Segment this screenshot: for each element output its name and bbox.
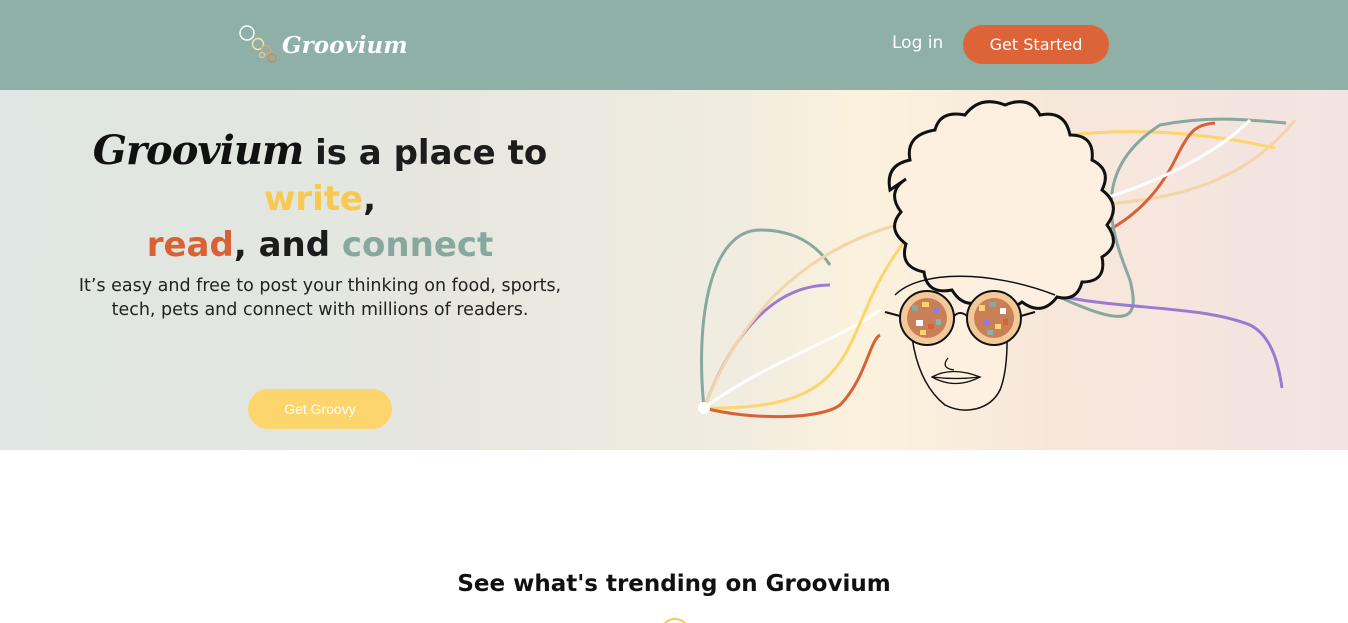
headline-word-write: write [263, 179, 364, 219]
hero-headline: Groovium is a place to write, read, and … [40, 128, 600, 268]
line-origin-dot [698, 402, 710, 414]
trending-title: See what's trending on Groovium [457, 571, 891, 597]
headline-text-1: is a place to [315, 133, 548, 173]
hero-illustration [698, 100, 1297, 419]
headline-word-read: read [146, 225, 234, 265]
headline-word-connect: connect [341, 225, 494, 265]
login-link[interactable]: Log in [892, 33, 943, 53]
get-started-button[interactable]: Get Started [963, 25, 1109, 64]
circle-icon [660, 618, 690, 623]
line-white [703, 308, 881, 410]
top-navbar: Groovium Log in Get Started [0, 0, 1348, 90]
hero-section: Groovium is a place to write, read, and … [0, 90, 1348, 450]
headline-text-2: , and [233, 225, 331, 265]
bubbles-logo-icon [239, 25, 277, 63]
get-groovy-button[interactable]: Get Groovy [248, 389, 392, 429]
line-green [700, 228, 832, 409]
headline-brand: Groovium [92, 127, 304, 174]
hero-subtext: It’s easy and free to post your thinking… [78, 276, 562, 320]
headline-comma: , [363, 179, 377, 219]
logo-text: Groovium [282, 32, 408, 59]
